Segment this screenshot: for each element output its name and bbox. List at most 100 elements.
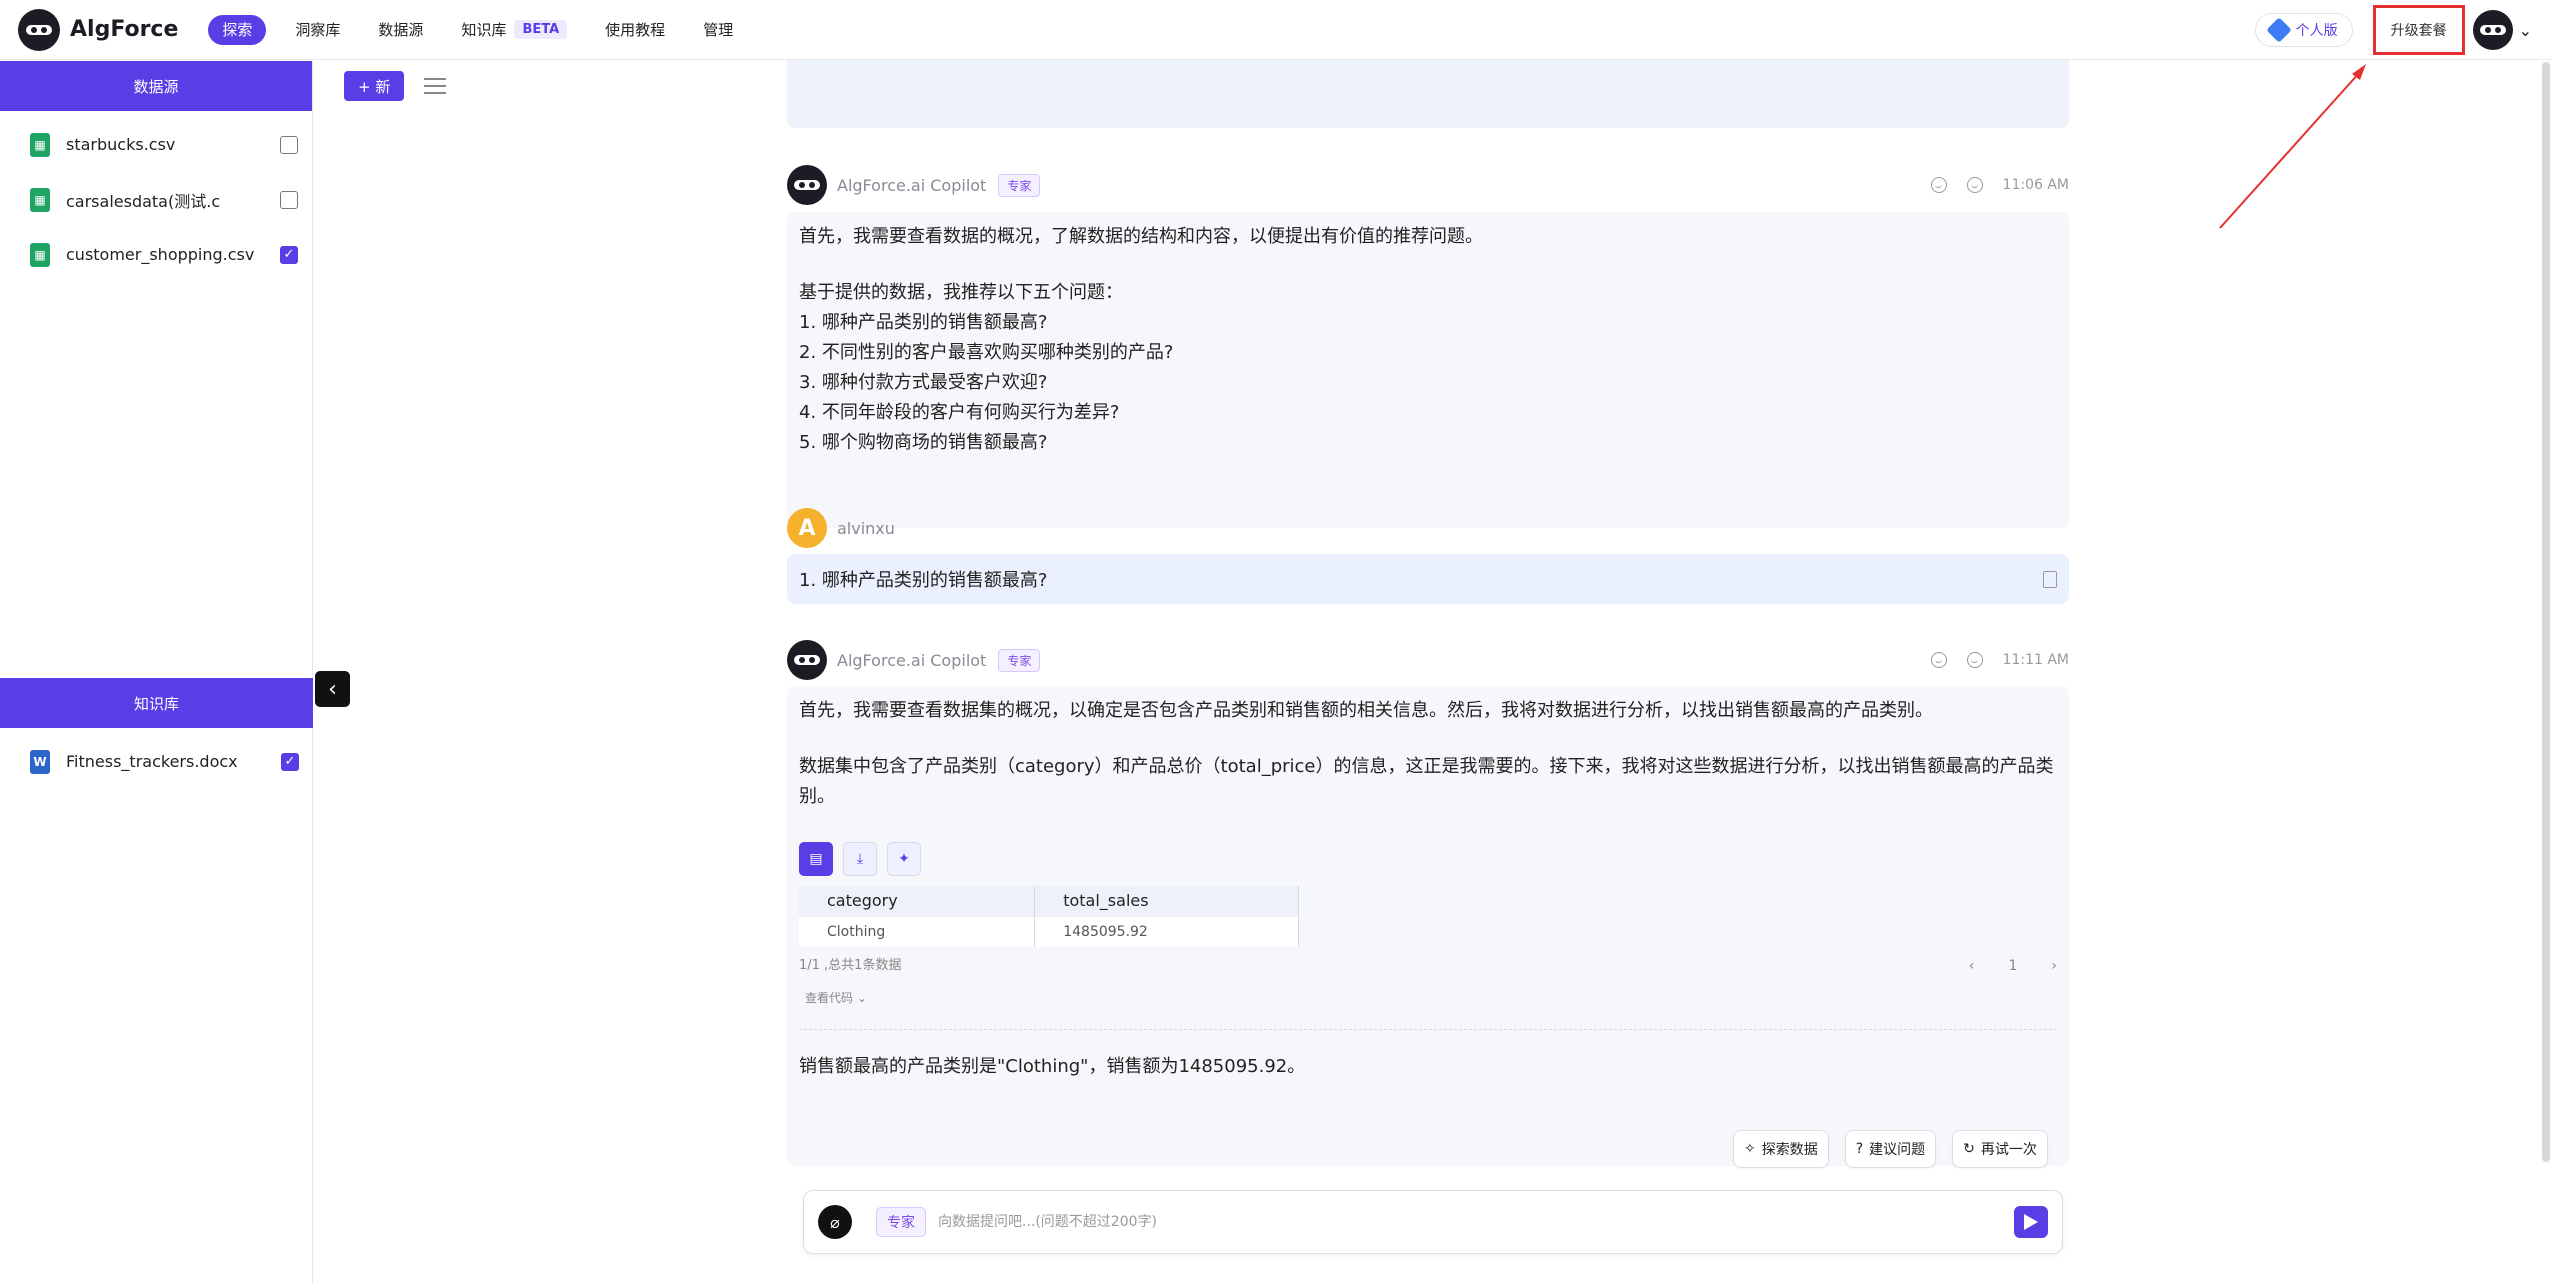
lightbulb-icon[interactable]: ✦ [887, 842, 921, 876]
nav-item-knowledge[interactable]: 知识库 BETA [442, 19, 586, 40]
chat-toolbar: + 新 [344, 71, 447, 101]
sparkle-icon: ✧ [1744, 1141, 1756, 1157]
robot-logo-icon [18, 8, 60, 51]
nav-item-datasource[interactable]: 数据源 [359, 19, 442, 40]
message-text: 首先，我需要查看数据集的概况，以确定是否包含产品类别和销售额的相关信息。然后，我… [799, 700, 1933, 721]
sender-name: AlgForce.ai Copilot [837, 175, 987, 195]
refresh-icon: ↻ [1963, 1141, 1975, 1157]
file-name: starbucks.csv [66, 135, 176, 154]
message-text: 首先，我需要查看数据的概况，了解数据的结构和内容，以便提出有价值的推荐问题。 [799, 226, 1483, 247]
explore-data-button[interactable]: ✧ 探索数据 [1733, 1130, 1829, 1168]
thumbs-down-icon[interactable] [1966, 652, 1983, 668]
table-header: total_sales [1034, 886, 1299, 917]
message-time: 11:11 AM [2002, 652, 2069, 668]
user-menu[interactable]: ⌄ [2472, 10, 2532, 50]
page-number[interactable]: 1 [2008, 951, 2017, 981]
file-name: Fitness_trackers.docx [66, 752, 238, 771]
logo[interactable]: AlgForce [18, 8, 179, 51]
sender-name: alvinxu [837, 518, 895, 538]
attach-icon[interactable]: ⌀ [818, 1205, 852, 1239]
copy-icon[interactable] [2043, 570, 2057, 588]
nav-item-explore[interactable]: 探索 [208, 14, 267, 45]
word-doc-icon: W [30, 749, 50, 774]
plan-pill[interactable]: 个人版 [2254, 13, 2353, 47]
scrollbar[interactable] [2542, 62, 2550, 1162]
view-code-toggle[interactable]: 查看代码 ⌄ [799, 983, 2057, 1013]
message-header: AlgForce.ai Copilot 专家 11:11 AM [787, 640, 2069, 680]
collapse-sidebar-button[interactable]: ‹ [315, 671, 350, 707]
avatar [2472, 10, 2513, 50]
plan-label: 个人版 [2295, 23, 2338, 39]
file-checkbox[interactable]: ✓ [280, 245, 298, 264]
result-toolbar: ▤ ⤓ ✦ [799, 842, 2057, 876]
file-item[interactable]: ▦ carsalesdata(测试.c [0, 172, 312, 227]
previous-message-bubble [787, 60, 2069, 128]
retry-button[interactable]: ↻ 再试一次 [1952, 1130, 2048, 1168]
expert-tag: 专家 [998, 648, 1041, 672]
expert-tag: 专家 [998, 173, 1041, 197]
download-icon[interactable]: ⤓ [843, 842, 877, 876]
thumbs-up-icon[interactable] [1930, 177, 1947, 193]
file-name: customer_shopping.csv [66, 245, 255, 264]
main-nav: 探索 洞察库 数据源 知识库 BETA 使用教程 管理 [198, 14, 752, 45]
next-page-icon[interactable]: › [2051, 951, 2057, 981]
thumbs-down-icon[interactable] [1966, 177, 1983, 193]
app-name: AlgForce [70, 17, 179, 42]
nav-item-tutorial[interactable]: 使用教程 [586, 19, 684, 40]
suggest-question-button[interactable]: ? 建议问题 [1844, 1130, 1937, 1168]
file-name: carsalesdata(测试.c [66, 191, 221, 211]
prev-page-icon[interactable]: ‹ [1969, 951, 1975, 981]
nav-right: 个人版 升级套餐 ⌄ [2254, 0, 2552, 60]
mode-tag[interactable]: 专家 [876, 1207, 926, 1237]
conclusion-text: 销售额最高的产品类别是"Clothing"，销售额为1485095.92。 [799, 1056, 1306, 1077]
spreadsheet-icon: ▦ [30, 242, 50, 267]
table-cell: 1485095.92 [1034, 916, 1299, 947]
user-message-bubble: 1. 哪种产品类别的销售额最高? [787, 554, 2069, 604]
send-button[interactable] [2014, 1206, 2048, 1238]
bot-message-bubble: 首先，我需要查看数据集的概况，以确定是否包含产品类别和销售额的相关信息。然后，我… [787, 686, 2069, 1166]
sender-name: AlgForce.ai Copilot [837, 650, 987, 670]
thumbs-up-icon[interactable] [1930, 652, 1947, 668]
nav-item-admin[interactable]: 管理 [684, 19, 752, 40]
question-item: 3. 哪种付款方式最受客户欢迎? [799, 372, 1048, 393]
file-checkbox[interactable] [280, 190, 298, 209]
file-checkbox[interactable] [280, 135, 298, 154]
upgrade-plan-button[interactable]: 升级套餐 [2372, 5, 2465, 55]
new-chat-button[interactable]: + 新 [344, 71, 405, 101]
message-text: 基于提供的数据，我推荐以下五个问题： [799, 282, 1123, 303]
message-header: A alvinxu [787, 508, 2069, 548]
diamond-icon [2265, 17, 2292, 43]
table-view-icon[interactable]: ▤ [799, 842, 833, 876]
sidebar: 数据源 ▦ starbucks.csv ▦ carsalesdata(测试.c … [0, 61, 313, 1284]
action-label: 建议问题 [1869, 1142, 1926, 1158]
top-nav: AlgForce 探索 洞察库 数据源 知识库 BETA 使用教程 管理 个人版… [0, 0, 2552, 60]
question-icon: ? [1855, 1141, 1864, 1157]
action-label: 探索数据 [1761, 1142, 1818, 1158]
table-footer: 1/1 ,总共1条数据 ‹ 1 › [799, 951, 2057, 981]
bot-message-bubble: 首先，我需要查看数据的概况，了解数据的结构和内容，以便提出有价值的推荐问题。 基… [787, 212, 2069, 528]
bot-avatar [787, 640, 827, 680]
user-avatar: A [787, 508, 827, 548]
suggested-actions: ✧ 探索数据 ? 建议问题 ↻ 再试一次 [1733, 1130, 2048, 1168]
row-count: 1/1 ,总共1条数据 [799, 958, 902, 973]
bot-avatar [787, 165, 827, 205]
message-meta: 11:06 AM [1930, 177, 2069, 193]
file-item[interactable]: ▦ customer_shopping.csv ✓ [0, 227, 312, 282]
file-checkbox[interactable]: ✓ [281, 752, 299, 771]
nav-item-insights[interactable]: 洞察库 [276, 19, 359, 40]
kb-file-item[interactable]: W Fitness_trackers.docx ✓ [0, 734, 313, 789]
table-row: Clothing 1485095.92 [799, 916, 1299, 947]
knowledge-section-title: 知识库 [0, 678, 313, 728]
message-text: 数据集中包含了产品类别（category）和产品总价（total_price）的… [799, 756, 2054, 807]
menu-icon[interactable] [424, 78, 447, 94]
question-input[interactable] [938, 1214, 2014, 1230]
beta-badge: BETA [514, 20, 568, 39]
message-text: 1. 哪种产品类别的销售额最高? [799, 570, 1048, 591]
knowledge-section: 知识库 W Fitness_trackers.docx ✓ [0, 678, 313, 789]
pagination: ‹ 1 › [1969, 951, 2057, 981]
file-item[interactable]: ▦ starbucks.csv [0, 117, 312, 172]
nav-item-knowledge-label: 知识库 [461, 21, 507, 39]
chat-input-box: ⌀ 专家 [803, 1190, 2063, 1254]
spreadsheet-icon: ▦ [30, 187, 50, 212]
message-time: 11:06 AM [2002, 177, 2069, 193]
